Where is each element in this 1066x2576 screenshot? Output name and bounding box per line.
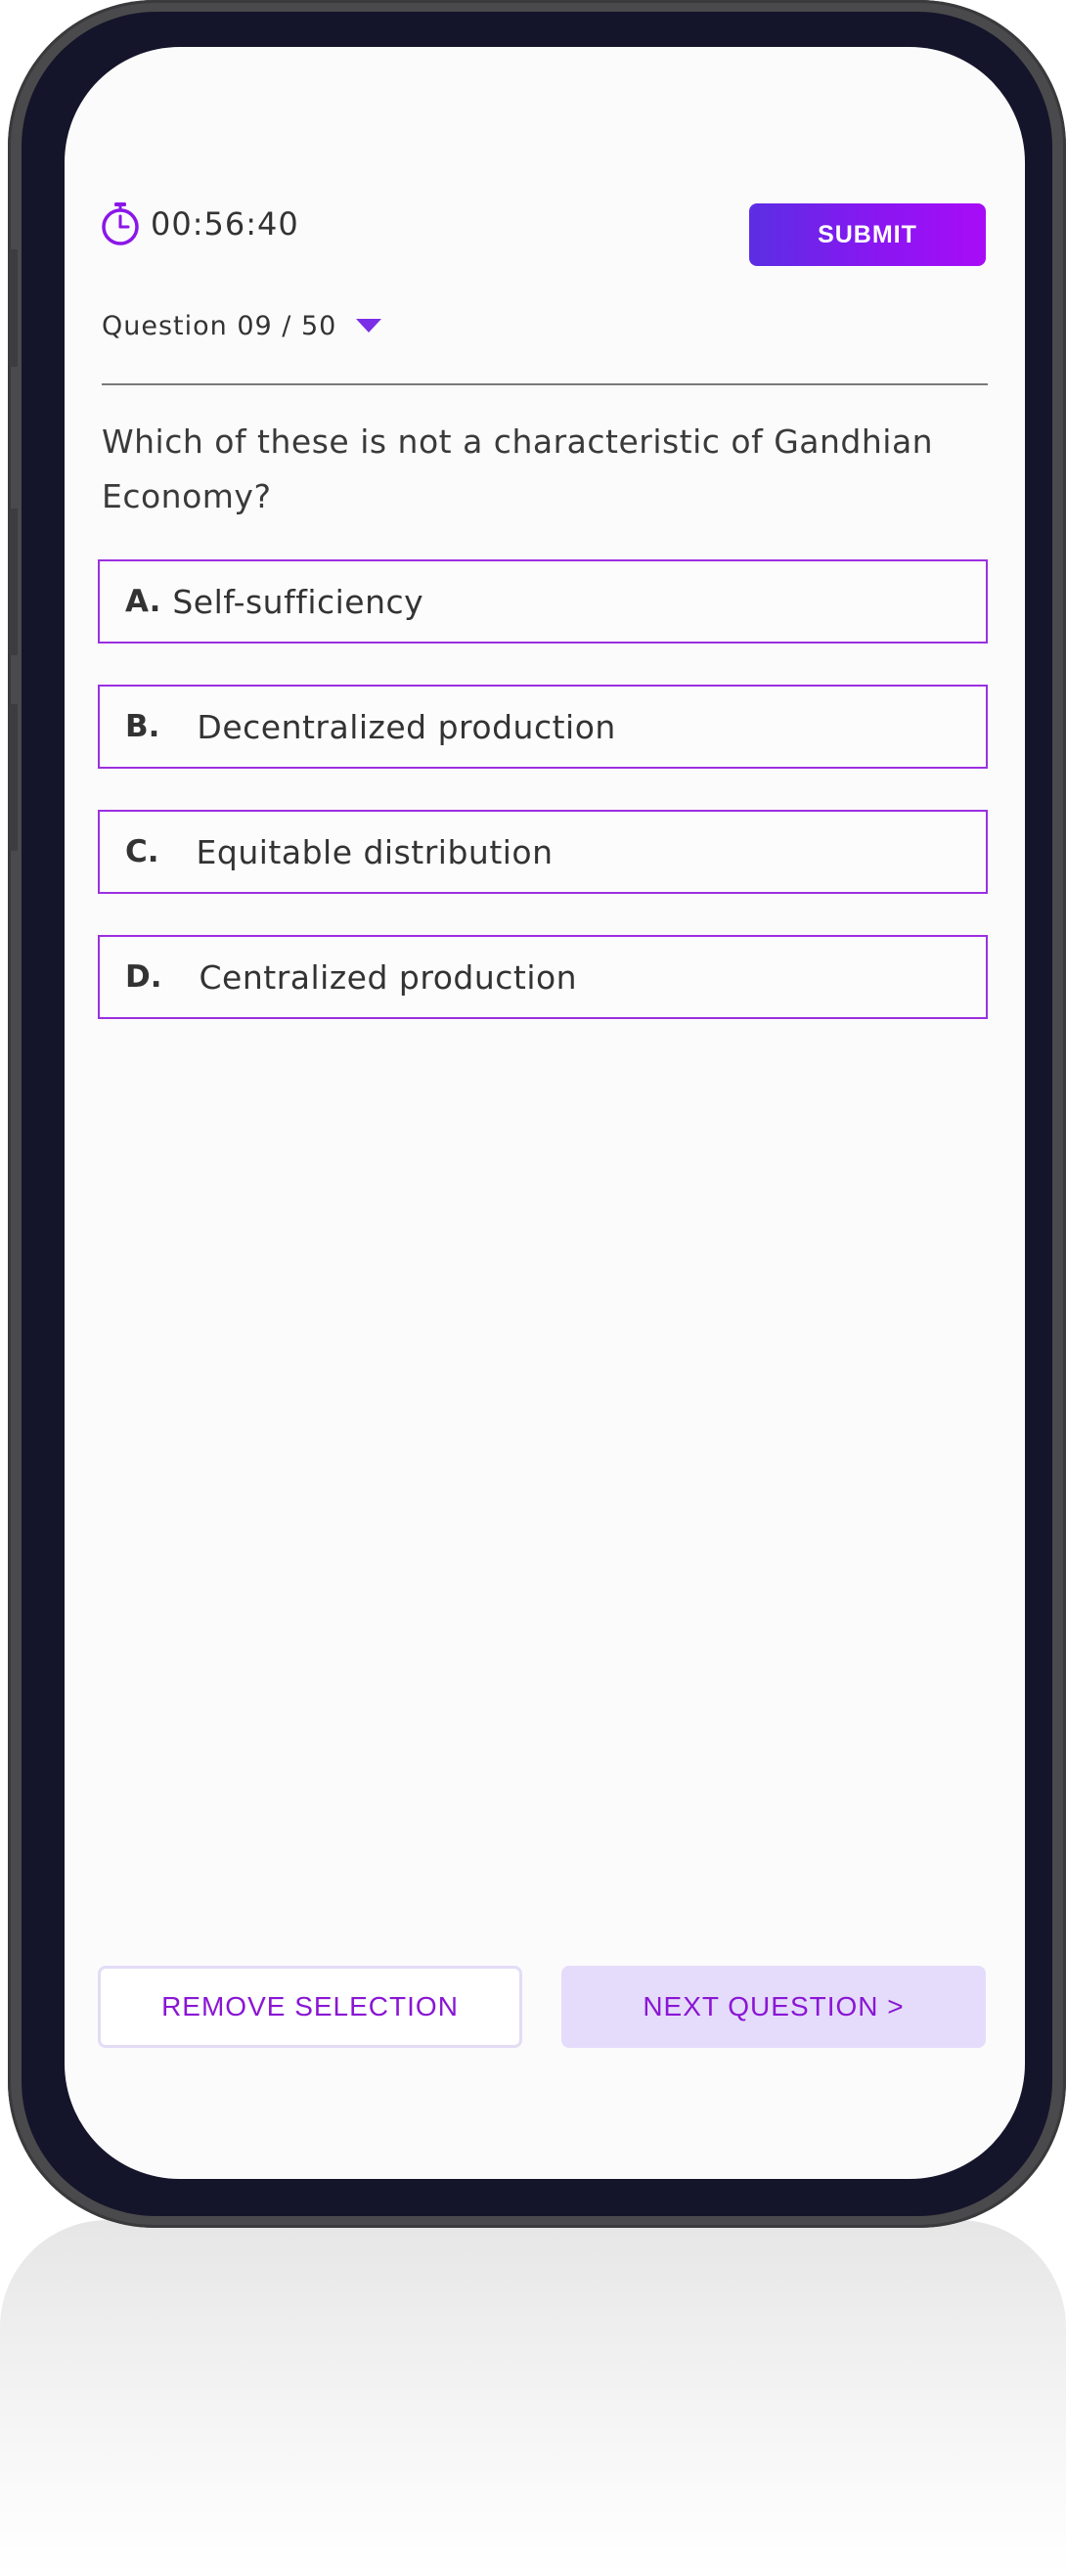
next-question-button[interactable]: NEXT QUESTION > xyxy=(561,1966,986,2048)
option-letter: D. xyxy=(125,959,162,995)
option-text: Self-sufficiency xyxy=(172,582,424,621)
app-screen: 00:56:40 SUBMIT Question 09 / 50 Which o… xyxy=(65,47,1025,2179)
phone-frame: 00:56:40 SUBMIT Question 09 / 50 Which o… xyxy=(8,0,1066,2228)
side-button-volume-down xyxy=(8,704,18,851)
timer-value: 00:56:40 xyxy=(151,205,299,243)
option-text: Centralized production xyxy=(199,957,578,997)
caret-down-icon xyxy=(356,318,382,333)
header-divider xyxy=(102,383,988,385)
option-letter: C. xyxy=(125,834,159,869)
stage: 00:56:40 SUBMIT Question 09 / 50 Which o… xyxy=(0,0,1066,2576)
option-b[interactable]: B. Decentralized production xyxy=(98,685,988,769)
option-c[interactable]: C. Equitable distribution xyxy=(98,810,988,894)
submit-button[interactable]: SUBMIT xyxy=(749,203,986,266)
question-text: Which of these is not a characteristic o… xyxy=(102,422,934,515)
remove-selection-button[interactable]: REMOVE SELECTION xyxy=(98,1966,522,2048)
option-letter: A. xyxy=(125,584,161,619)
stopwatch-icon xyxy=(102,202,139,245)
option-text: Decentralized production xyxy=(197,707,616,746)
option-letter: B. xyxy=(125,709,160,744)
device-reflection xyxy=(0,2220,1066,2576)
option-d[interactable]: D. Centralized production xyxy=(98,935,988,1019)
question-selector[interactable]: Question 09 / 50 xyxy=(102,311,382,341)
option-a[interactable]: A. Self-sufficiency xyxy=(98,559,988,644)
option-text: Equitable distribution xyxy=(196,832,554,871)
timer: 00:56:40 xyxy=(100,201,299,246)
side-button-volume-up xyxy=(8,509,18,655)
side-button-action xyxy=(8,249,18,367)
question-counter: Question 09 / 50 xyxy=(102,311,337,341)
